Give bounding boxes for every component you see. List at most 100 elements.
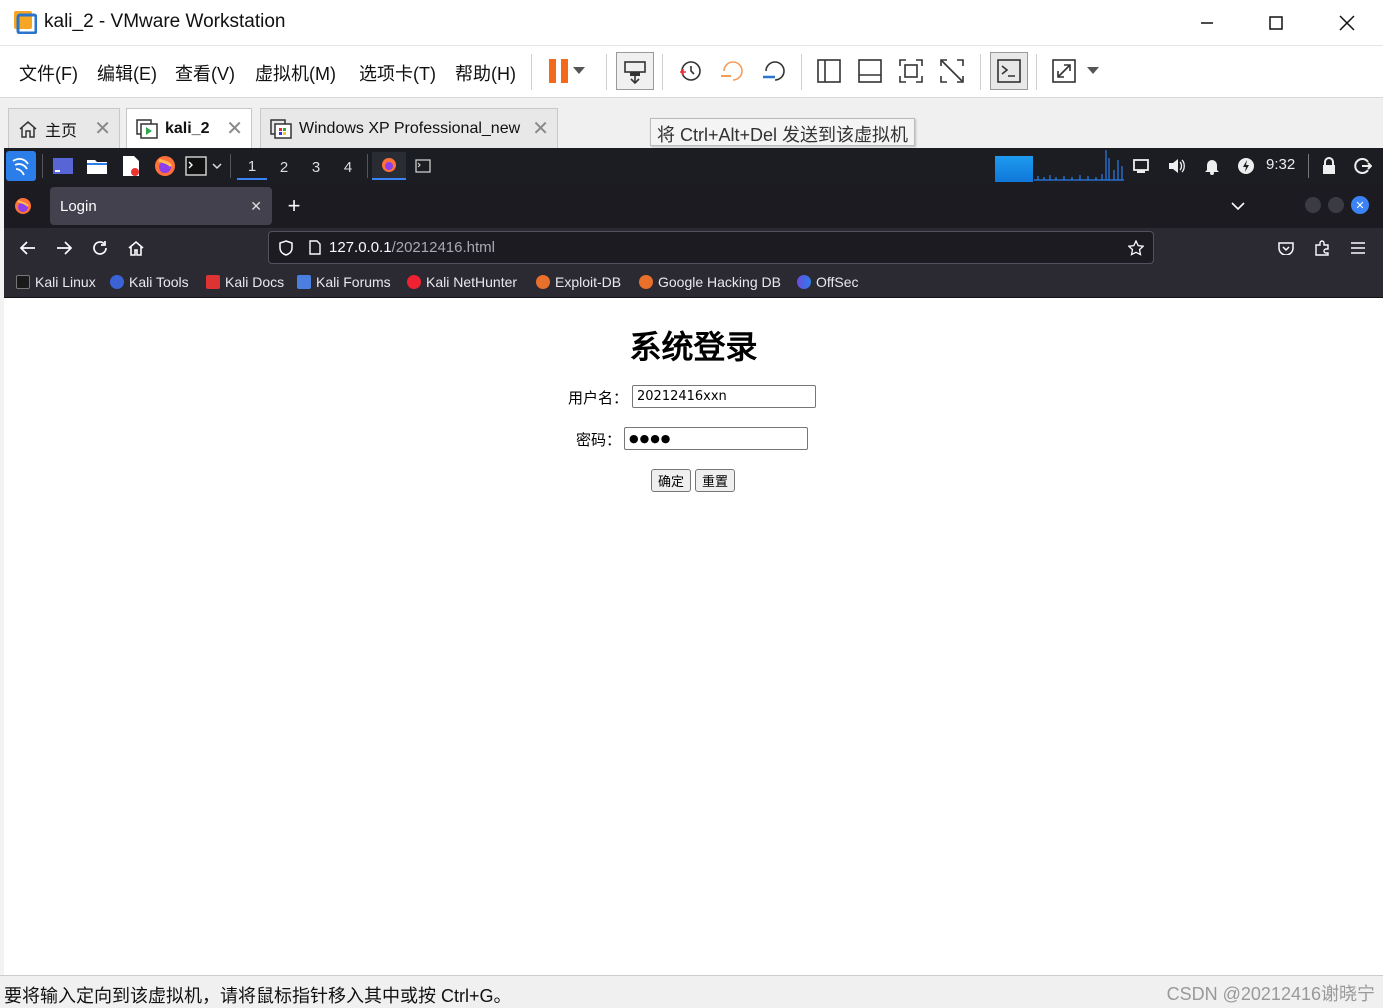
taskbar-terminal-window[interactable] bbox=[410, 152, 436, 180]
separator bbox=[1036, 54, 1037, 90]
separator bbox=[980, 54, 981, 90]
reset-button[interactable]: 重置 bbox=[695, 469, 736, 492]
close-icon[interactable]: ✕ bbox=[250, 198, 262, 215]
watermark: CSDN @20212416谢晓宁 bbox=[1166, 984, 1375, 1004]
unity-mode-icon[interactable] bbox=[933, 52, 971, 90]
cpu-graph bbox=[995, 156, 1033, 182]
close-icon[interactable]: ✕ bbox=[226, 116, 243, 141]
kali-tools-icon bbox=[110, 275, 124, 289]
menu-tabs[interactable]: 选项卡(T) bbox=[359, 60, 436, 86]
bookmark-kali-forums[interactable]: Kali Forums bbox=[297, 274, 391, 290]
title-bar: kali_2 - VMware Workstation bbox=[0, 0, 1383, 46]
status-bar: 要将输入定向到该虚拟机，请将鼠标指针移入其中或按 Ctrl+G。 CSDN @2… bbox=[0, 975, 1383, 1008]
clock[interactable]: 9:32 bbox=[1266, 156, 1295, 173]
kali-forums-icon bbox=[297, 275, 311, 289]
bookmark-kali-docs[interactable]: Kali Docs bbox=[206, 274, 284, 290]
show-desktop-icon[interactable] bbox=[50, 154, 76, 178]
close-button[interactable] bbox=[1317, 0, 1377, 46]
snapshot-manager-icon[interactable] bbox=[755, 52, 793, 90]
workspace-3[interactable]: 3 bbox=[301, 154, 331, 180]
submit-button[interactable]: 确定 bbox=[651, 469, 692, 492]
menu-view[interactable]: 查看(V) bbox=[175, 60, 235, 86]
password-input[interactable]: ●●●● bbox=[624, 427, 808, 450]
tab-windows-xp[interactable]: Windows XP Professional_new ✕ bbox=[260, 108, 558, 148]
menu-file[interactable]: 文件(F) bbox=[19, 60, 78, 86]
power-manager-icon[interactable] bbox=[1235, 156, 1257, 176]
status-text: 要将输入定向到该虚拟机，请将鼠标指针移入其中或按 Ctrl+G。 bbox=[4, 986, 512, 1004]
full-screen-icon[interactable] bbox=[892, 52, 930, 90]
kali-menu-icon[interactable] bbox=[6, 151, 36, 181]
separator bbox=[606, 54, 607, 90]
chevron-down-icon[interactable] bbox=[1082, 52, 1104, 90]
stretch-guest-icon[interactable] bbox=[1045, 52, 1083, 90]
close-icon[interactable]: ✕ bbox=[94, 116, 111, 141]
workspace-1[interactable]: 1 bbox=[237, 154, 267, 180]
kali-docs-icon bbox=[206, 275, 220, 289]
tab-kali-2[interactable]: kali_2 ✕ bbox=[126, 108, 252, 148]
bookmark-kali-linux[interactable]: Kali Linux bbox=[16, 274, 96, 290]
logout-icon[interactable] bbox=[1352, 156, 1374, 176]
maximize-button[interactable] bbox=[1246, 0, 1306, 46]
new-tab-icon[interactable]: + bbox=[282, 192, 306, 220]
maximize-button[interactable] bbox=[1328, 197, 1344, 213]
bookmark-label: Kali Linux bbox=[35, 274, 96, 290]
minimize-button[interactable] bbox=[1305, 197, 1321, 213]
file-manager-icon[interactable] bbox=[84, 154, 110, 178]
close-icon[interactable]: ✕ bbox=[532, 116, 549, 141]
extensions-icon[interactable] bbox=[1310, 236, 1334, 260]
chevron-down-icon[interactable] bbox=[568, 52, 590, 90]
taskbar-firefox-window[interactable] bbox=[372, 152, 406, 180]
ghdb-icon bbox=[639, 275, 653, 289]
vm-icon bbox=[269, 118, 293, 139]
notification-bell-icon[interactable] bbox=[1201, 156, 1223, 176]
thumbnail-bar-icon[interactable] bbox=[851, 52, 889, 90]
menu-edit[interactable]: 编辑(E) bbox=[97, 60, 157, 86]
send-ctrl-alt-del-icon[interactable] bbox=[616, 52, 654, 90]
browser-tab-title: Login bbox=[60, 197, 97, 215]
bookmark-label: Kali Docs bbox=[225, 274, 285, 290]
revert-snapshot-icon[interactable] bbox=[713, 52, 751, 90]
bookmark-star-icon[interactable] bbox=[1119, 239, 1153, 256]
chevron-down-icon[interactable] bbox=[210, 158, 224, 174]
text-editor-icon[interactable] bbox=[118, 154, 144, 178]
url-path: /20212416.html bbox=[391, 239, 495, 256]
username-input[interactable] bbox=[632, 385, 816, 408]
minimize-button[interactable] bbox=[1177, 0, 1237, 46]
menu-vm[interactable]: 虚拟机(M) bbox=[255, 60, 336, 86]
home-icon[interactable] bbox=[124, 236, 148, 260]
vmware-logo-icon bbox=[13, 10, 37, 34]
workspace-2[interactable]: 2 bbox=[269, 154, 299, 180]
tab-home[interactable]: 主页 ✕ bbox=[8, 108, 120, 148]
menu-help[interactable]: 帮助(H) bbox=[455, 60, 516, 86]
vm-tab-bar: 主页 ✕ kali_2 ✕ Windows XP Professional_ne… bbox=[0, 98, 1383, 148]
volume-icon[interactable] bbox=[1166, 156, 1188, 176]
bookmark-offsec[interactable]: OffSec bbox=[797, 274, 859, 290]
workspace-4[interactable]: 4 bbox=[333, 154, 363, 180]
pocket-icon[interactable] bbox=[1274, 236, 1298, 260]
console-view-icon[interactable] bbox=[990, 52, 1028, 90]
list-all-tabs-icon[interactable] bbox=[1226, 194, 1250, 218]
forward-icon[interactable] bbox=[52, 236, 76, 260]
back-icon[interactable] bbox=[16, 236, 40, 260]
lock-screen-icon[interactable] bbox=[1318, 156, 1340, 176]
snapshot-icon[interactable] bbox=[671, 52, 709, 90]
bookmark-google-hacking-db[interactable]: Google Hacking DB bbox=[639, 274, 781, 290]
terminal-icon[interactable] bbox=[184, 154, 208, 178]
bookmark-kali-tools[interactable]: Kali Tools bbox=[110, 274, 189, 290]
bookmark-kali-nethunter[interactable]: Kali NetHunter bbox=[407, 274, 517, 290]
exploit-db-icon bbox=[536, 275, 550, 289]
close-window-button[interactable]: ✕ bbox=[1351, 196, 1369, 214]
bookmark-exploit-db[interactable]: Exploit-DB bbox=[536, 274, 621, 290]
hamburger-menu-icon[interactable] bbox=[1346, 236, 1370, 260]
reload-icon[interactable] bbox=[88, 236, 112, 260]
firefox-view-icon[interactable] bbox=[8, 192, 38, 220]
shield-icon[interactable] bbox=[269, 239, 303, 256]
firefox-nav-bar: 127.0.0.1/20212416.html bbox=[4, 228, 1383, 268]
firefox-icon[interactable] bbox=[152, 154, 178, 178]
home-icon bbox=[17, 119, 39, 139]
network-icon[interactable] bbox=[1130, 156, 1152, 176]
show-library-icon[interactable] bbox=[810, 52, 848, 90]
browser-tab-login[interactable]: Login ✕ bbox=[50, 187, 272, 225]
firefox-tab-strip: Login ✕ + ✕ bbox=[4, 184, 1383, 228]
url-bar[interactable]: 127.0.0.1/20212416.html bbox=[268, 231, 1154, 264]
